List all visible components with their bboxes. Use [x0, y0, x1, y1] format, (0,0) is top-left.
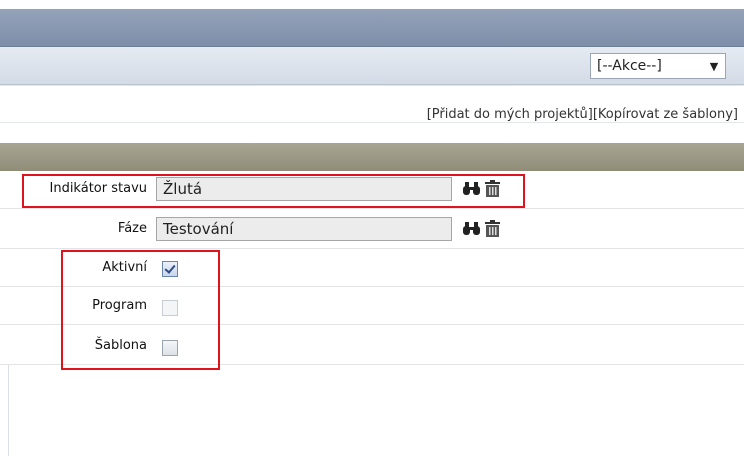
binoculars-icon[interactable]: [462, 219, 481, 238]
actions-select[interactable]: [--Akce--] ▼: [590, 53, 726, 79]
add-to-my-projects-link[interactable]: [Přidat do mých projektů]: [427, 107, 593, 122]
phase-field[interactable]: Testování: [156, 217, 452, 241]
trash-icon[interactable]: [483, 219, 502, 238]
highlight-box-status-indicator: [22, 174, 525, 208]
copy-from-template-link[interactable]: [Kopírovat ze šablony]: [593, 107, 738, 122]
title-bar: [0, 9, 744, 47]
actions-select-value: [--Akce--]: [597, 58, 662, 74]
chevron-down-icon: ▼: [709, 59, 719, 73]
highlight-box-checkboxes: [61, 250, 220, 370]
top-strip: [0, 0, 744, 9]
section-header-bar: [0, 143, 744, 171]
project-links: [Přidat do mých projektů][Kopírovat ze š…: [427, 107, 738, 122]
form-row-phase: Fáze Testování: [0, 209, 744, 249]
phase-label: Fáze: [117, 221, 147, 236]
